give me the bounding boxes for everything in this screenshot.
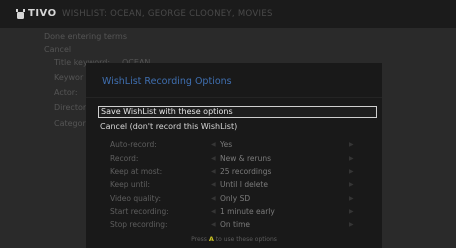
option-label: Stop recording: — [110, 220, 168, 229]
recording-options-dialog: WishList Recording Options Save WishList… — [86, 63, 382, 248]
logo-text: TIVO — [28, 8, 57, 19]
option-label: Keep until: — [110, 180, 151, 189]
dialog-title: WishList Recording Options — [102, 76, 232, 87]
left-arrow-icon: ◀ — [211, 181, 216, 188]
right-arrow-icon: ▶ — [349, 195, 354, 202]
left-arrow-icon: ◀ — [211, 195, 216, 202]
option-label: Start recording: — [110, 207, 169, 216]
right-arrow-icon: ▶ — [349, 168, 354, 175]
right-arrow-icon: ▶ — [349, 221, 354, 228]
option-row-keep-until[interactable]: Keep until: ◀ Until I delete ▶ — [86, 180, 382, 192]
left-arrow-icon: ◀ — [211, 141, 216, 148]
left-arrow-icon: ◀ — [211, 208, 216, 215]
cancel-wishlist-button[interactable]: Cancel (don't record this WishList) — [100, 122, 237, 132]
option-value: Until I delete — [220, 180, 268, 189]
option-value: New & reruns — [220, 154, 272, 163]
header-bar: TIVO WISHLIST: OCEAN, GEORGE CLOONEY, MO… — [0, 0, 456, 28]
option-label: Record: — [110, 154, 139, 163]
option-row-video-quality[interactable]: Video quality: ◀ Only SD ▶ — [86, 194, 382, 206]
hint-prefix: Press — [191, 236, 207, 243]
option-value: Only SD — [220, 194, 251, 203]
option-value: 1 minute early — [220, 207, 275, 216]
right-arrow-icon: ▶ — [349, 155, 354, 162]
hint-suffix: to use these options — [215, 236, 277, 243]
option-label: Keep at most: — [110, 167, 163, 176]
tivo-screen: TIVO WISHLIST: OCEAN, GEORGE CLOONEY, MO… — [0, 0, 456, 248]
option-label: Auto-record: — [110, 140, 157, 149]
right-arrow-icon: ▶ — [349, 141, 354, 148]
save-wishlist-label: Save WishList with these options — [101, 107, 233, 116]
option-value: 25 recordings — [220, 167, 272, 176]
director-label[interactable]: Director — [54, 103, 86, 113]
option-label: Video quality: — [110, 194, 162, 203]
key-hint: Press A to use these options — [86, 235, 382, 244]
option-row-stop-recording[interactable]: Stop recording: ◀ On time ▶ — [86, 220, 382, 232]
option-row-auto-record[interactable]: Auto-record: ◀ Yes ▶ — [86, 140, 382, 152]
right-arrow-icon: ▶ — [349, 208, 354, 215]
a-button-icon: A — [208, 235, 214, 243]
save-wishlist-button[interactable]: Save WishList with these options — [98, 106, 377, 118]
tivo-mascot-icon — [16, 9, 25, 19]
left-arrow-icon: ◀ — [211, 155, 216, 162]
left-arrow-icon: ◀ — [211, 221, 216, 228]
left-arrow-icon: ◀ — [211, 168, 216, 175]
option-row-record[interactable]: Record: ◀ New & reruns ▶ — [86, 154, 382, 166]
option-row-start-recording[interactable]: Start recording: ◀ 1 minute early ▶ — [86, 207, 382, 219]
option-value: Yes — [220, 140, 233, 149]
done-entering-terms-item[interactable]: Done entering terms — [44, 32, 127, 42]
category-label[interactable]: Categor — [54, 119, 86, 129]
breadcrumb: WISHLIST: OCEAN, GEORGE CLOONEY, MOVIES — [62, 9, 273, 19]
option-row-keep-at-most[interactable]: Keep at most: ◀ 25 recordings ▶ — [86, 167, 382, 179]
cancel-item[interactable]: Cancel — [44, 45, 71, 55]
tivo-logo: TIVO — [16, 9, 57, 19]
actor-label[interactable]: Actor: — [54, 88, 78, 98]
right-arrow-icon: ▶ — [349, 181, 354, 188]
dialog-divider — [86, 97, 382, 98]
keyword-label[interactable]: Keywor — [54, 73, 83, 83]
option-value: On time — [220, 220, 250, 229]
